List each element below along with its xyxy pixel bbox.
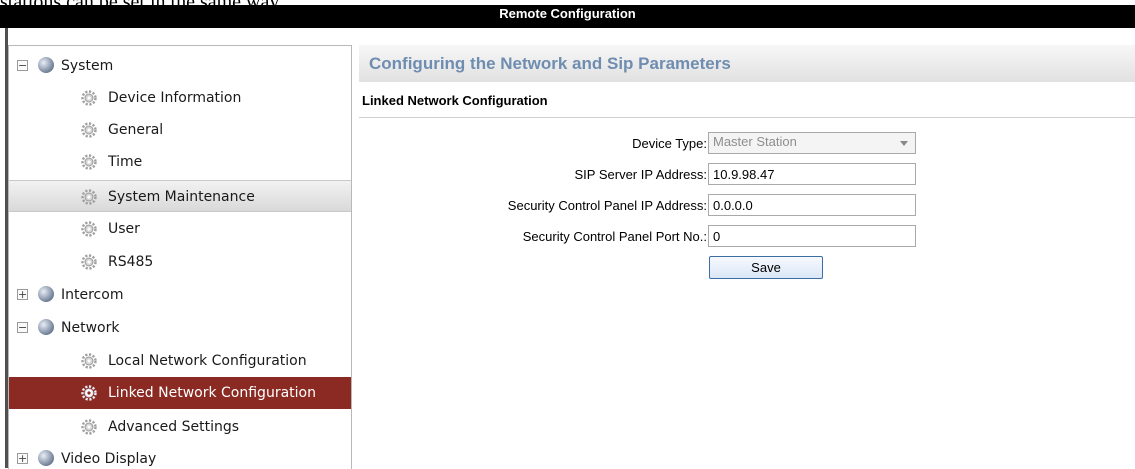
panel-ip-input[interactable] <box>708 194 916 216</box>
tree-item-label: System Maintenance <box>108 189 255 205</box>
tree-item-label: General <box>108 122 164 138</box>
save-button[interactable]: Save <box>709 256 823 279</box>
tree-item-label: Time <box>108 154 143 170</box>
main-content: Configuring the Network and Sip Paramete… <box>359 45 1135 468</box>
gear-icon <box>81 90 97 106</box>
gear-icon <box>81 385 97 401</box>
tree-item-label: Local Network Configuration <box>108 353 307 369</box>
gear-icon <box>81 254 97 270</box>
globe-icon <box>38 57 54 73</box>
expand-icon[interactable]: + <box>17 289 28 300</box>
tree-item-label: User <box>108 221 140 237</box>
window-title-bar: Remote Configuration <box>0 5 1135 28</box>
device-type-label: Device Type: <box>632 136 707 151</box>
tree-item-label: Intercom <box>61 287 124 303</box>
tree-item-label: Network <box>61 320 120 336</box>
gear-icon <box>81 419 97 435</box>
collapse-icon[interactable]: − <box>17 60 28 71</box>
collapse-icon[interactable]: − <box>17 322 28 333</box>
tree-item-label: Device Information <box>108 90 242 106</box>
tree-item-network[interactable]: − Network <box>9 312 351 344</box>
gear-icon <box>81 122 97 138</box>
panel-ip-label: Security Control Panel IP Address: <box>507 198 707 213</box>
tree-item-label: System <box>61 58 114 74</box>
device-type-select[interactable]: Master Station <box>708 132 916 154</box>
panel-port-input[interactable] <box>708 225 916 247</box>
tree-item-label: Linked Network Configuration <box>108 385 316 401</box>
tree-item-advanced-settings[interactable]: Advanced Settings <box>9 411 351 443</box>
sidebar-tree: − System Device Information General Time… <box>8 45 352 469</box>
device-type-value: Master Station <box>713 134 797 149</box>
tree-item-linked-network-configuration[interactable]: Linked Network Configuration <box>9 377 351 409</box>
expand-icon[interactable]: + <box>17 453 28 464</box>
tree-item-device-information[interactable]: Device Information <box>9 82 351 114</box>
tree-item-system-maintenance[interactable]: System Maintenance <box>9 180 351 212</box>
window-title: Remote Configuration <box>499 6 636 21</box>
tree-item-general[interactable]: General <box>9 114 351 146</box>
globe-icon <box>38 286 54 302</box>
tree-item-rs485[interactable]: RS485 <box>9 246 351 278</box>
section-header: Configuring the Network and Sip Paramete… <box>359 45 1135 82</box>
sip-server-ip-input[interactable] <box>708 163 916 185</box>
sip-server-ip-label: SIP Server IP Address: <box>574 167 707 182</box>
tree-item-local-network-configuration[interactable]: Local Network Configuration <box>9 345 351 377</box>
gear-icon <box>81 353 97 369</box>
tree-item-user[interactable]: User <box>9 213 351 245</box>
chevron-down-icon <box>900 141 908 146</box>
subsection-title: Linked Network Configuration <box>362 93 548 108</box>
gear-icon <box>81 189 97 205</box>
globe-icon <box>38 319 54 335</box>
globe-icon <box>38 450 54 466</box>
tree-item-intercom[interactable]: + Intercom <box>9 279 351 311</box>
tree-item-system[interactable]: − System <box>9 50 351 82</box>
section-title: Configuring the Network and Sip Paramete… <box>369 54 731 73</box>
tree-item-label: RS485 <box>108 254 154 270</box>
gear-icon <box>81 154 97 170</box>
panel-port-label: Security Control Panel Port No.: <box>522 229 707 244</box>
tree-item-video-display[interactable]: + Video Display <box>9 443 351 469</box>
tree-item-label: Video Display <box>61 451 157 467</box>
divider <box>359 117 1135 118</box>
gear-icon <box>81 221 97 237</box>
tree-item-time[interactable]: Time <box>9 146 351 178</box>
tree-item-label: Advanced Settings <box>108 419 240 435</box>
